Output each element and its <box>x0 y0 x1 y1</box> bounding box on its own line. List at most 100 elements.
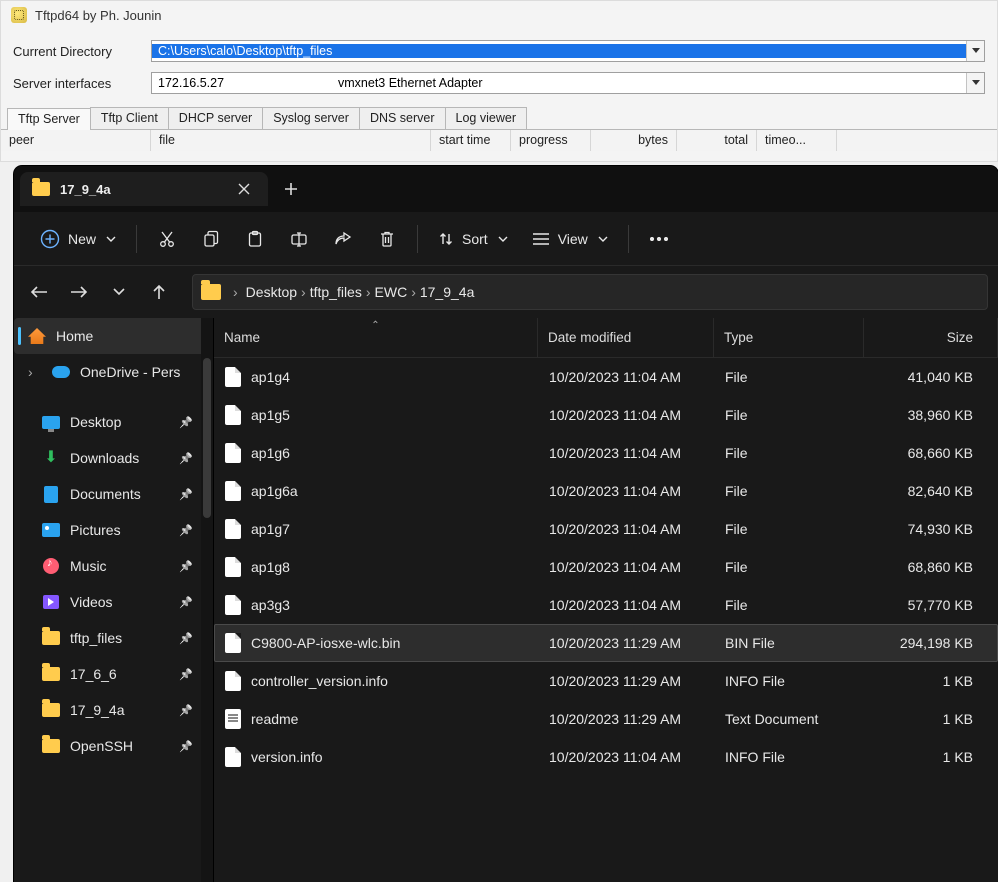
chevron-right-icon[interactable]: › <box>407 284 420 300</box>
file-size: 68,860 KB <box>865 559 997 575</box>
pin-icon[interactable]: 📌 <box>179 740 193 753</box>
sidebar-item[interactable]: 17_9_4a📌 <box>14 692 213 728</box>
file-name: ap1g5 <box>251 407 290 423</box>
tftpd-titlebar[interactable]: Tftpd64 by Ph. Jounin <box>1 1 997 29</box>
folder-icon <box>201 284 221 300</box>
nav-forward-button[interactable] <box>64 277 94 307</box>
breadcrumb-segment[interactable]: 17_9_4a <box>420 284 475 300</box>
file-row[interactable]: ap3g310/20/2023 11:04 AMFile57,770 KB <box>214 586 998 624</box>
pictures-icon <box>42 521 60 539</box>
view-button[interactable]: View <box>522 221 618 257</box>
delete-button[interactable] <box>367 221 407 257</box>
pin-icon[interactable]: 📌 <box>179 632 193 645</box>
sidebar-item-onedrive[interactable]: › OneDrive - Pers <box>14 354 213 390</box>
tftpd-tab[interactable]: Tftp Server <box>7 108 91 130</box>
sort-button[interactable]: Sort <box>428 221 518 257</box>
tftpd-column-header[interactable]: bytes <box>591 130 677 151</box>
tftpd-tab[interactable]: Syslog server <box>262 107 360 129</box>
chevron-right-icon[interactable]: › <box>229 284 242 300</box>
breadcrumb-segment[interactable]: Desktop <box>246 284 297 300</box>
sidebar-item[interactable]: Documents📌 <box>14 476 213 512</box>
file-name: ap3g3 <box>251 597 290 613</box>
column-header-type[interactable]: Type <box>714 318 864 357</box>
rename-button[interactable] <box>279 221 319 257</box>
tftpd-tab[interactable]: Tftp Client <box>90 107 169 129</box>
tftpd-column-header[interactable]: peer <box>1 130 151 151</box>
pin-icon[interactable]: 📌 <box>179 488 193 501</box>
sidebar-item[interactable]: Desktop 📌 <box>14 404 213 440</box>
tftpd-tab[interactable]: Log viewer <box>445 107 527 129</box>
file-row[interactable]: controller_version.info10/20/2023 11:29 … <box>214 662 998 700</box>
file-date: 10/20/2023 11:04 AM <box>539 749 715 765</box>
tftpd-tab[interactable]: DHCP server <box>168 107 263 129</box>
file-row[interactable]: version.info10/20/2023 11:04 AMINFO File… <box>214 738 998 776</box>
sidebar-item[interactable]: tftp_files📌 <box>14 620 213 656</box>
server-interfaces-value[interactable]: 172.16.5.27 vmxnet3 Ethernet Adapter <box>152 76 966 90</box>
column-header-date[interactable]: Date modified <box>538 318 714 357</box>
explorer-tab[interactable]: 17_9_4a <box>20 172 268 206</box>
current-directory-dropdown-button[interactable] <box>966 41 984 61</box>
tftpd-column-header[interactable]: total <box>677 130 757 151</box>
tftpd-column-header[interactable]: progress <box>511 130 591 151</box>
file-row[interactable]: ap1g410/20/2023 11:04 AMFile41,040 KB <box>214 358 998 396</box>
file-row[interactable]: readme10/20/2023 11:29 AMText Document1 … <box>214 700 998 738</box>
current-directory-combobox[interactable]: C:\Users\calo\Desktop\tftp_files <box>151 40 985 62</box>
chevron-right-icon[interactable]: › <box>28 364 42 380</box>
file-size: 74,930 KB <box>865 521 997 537</box>
tftpd-column-header[interactable]: file <box>151 130 431 151</box>
file-size: 1 KB <box>865 749 997 765</box>
paste-button[interactable] <box>235 221 275 257</box>
file-row[interactable]: C9800-AP-iosxe-wlc.bin10/20/2023 11:29 A… <box>214 624 998 662</box>
tftpd-column-header[interactable]: start time <box>431 130 511 151</box>
nav-up-button[interactable] <box>144 277 174 307</box>
chevron-down-icon <box>598 236 608 242</box>
pin-icon[interactable]: 📌 <box>179 452 193 465</box>
tftpd-column-header[interactable]: timeo... <box>757 130 837 151</box>
sidebar-item-home[interactable]: Home <box>14 318 213 354</box>
pin-icon[interactable]: 📌 <box>179 704 193 717</box>
current-directory-value[interactable]: C:\Users\calo\Desktop\tftp_files <box>152 44 966 58</box>
cut-button[interactable] <box>147 221 187 257</box>
sidebar-item-label: Desktop <box>70 414 121 430</box>
server-interfaces-combobox[interactable]: 172.16.5.27 vmxnet3 Ethernet Adapter <box>151 72 985 94</box>
sidebar-item[interactable]: Videos📌 <box>14 584 213 620</box>
tftpd-tab[interactable]: DNS server <box>359 107 446 129</box>
pin-icon[interactable]: 📌 <box>179 596 193 609</box>
pin-icon[interactable]: 📌 <box>179 524 193 537</box>
nav-recent-button[interactable] <box>104 277 134 307</box>
pin-icon[interactable]: 📌 <box>179 668 193 681</box>
breadcrumb-segment[interactable]: EWC <box>375 284 408 300</box>
new-button[interactable]: New <box>30 221 126 257</box>
copy-button[interactable] <box>191 221 231 257</box>
sidebar-item[interactable]: ⬇Downloads📌 <box>14 440 213 476</box>
file-row[interactable]: ap1g510/20/2023 11:04 AMFile38,960 KB <box>214 396 998 434</box>
scrollbar-thumb[interactable] <box>203 358 211 518</box>
column-header-size[interactable]: Size <box>864 318 998 357</box>
sidebar-item[interactable]: Pictures📌 <box>14 512 213 548</box>
pin-icon[interactable]: 📌 <box>179 560 193 573</box>
sidebar-item[interactable]: Music📌 <box>14 548 213 584</box>
sidebar-scrollbar[interactable] <box>201 318 213 882</box>
sidebar-item[interactable]: OpenSSH📌 <box>14 728 213 764</box>
server-interface-adapter: vmxnet3 Ethernet Adapter <box>338 76 483 90</box>
file-row[interactable]: ap1g6a10/20/2023 11:04 AMFile82,640 KB <box>214 472 998 510</box>
pin-icon[interactable]: 📌 <box>179 416 193 429</box>
file-row[interactable]: ap1g810/20/2023 11:04 AMFile68,860 KB <box>214 548 998 586</box>
file-row[interactable]: ap1g710/20/2023 11:04 AMFile74,930 KB <box>214 510 998 548</box>
server-interfaces-dropdown-button[interactable] <box>966 73 984 93</box>
downloads-icon: ⬇ <box>42 449 60 467</box>
chevron-right-icon[interactable]: › <box>297 284 310 300</box>
nav-back-button[interactable] <box>24 277 54 307</box>
share-button[interactable] <box>323 221 363 257</box>
new-tab-button[interactable] <box>274 172 308 206</box>
file-row[interactable]: ap1g610/20/2023 11:04 AMFile68,660 KB <box>214 434 998 472</box>
sidebar-item[interactable]: 17_6_6📌 <box>14 656 213 692</box>
chevron-right-icon[interactable]: › <box>362 284 375 300</box>
more-button[interactable] <box>639 221 679 257</box>
breadcrumb[interactable]: › Desktop›tftp_files›EWC›17_9_4a <box>192 274 988 310</box>
column-header-name[interactable]: Name ⌃ <box>214 318 538 357</box>
file-name: version.info <box>251 749 323 765</box>
breadcrumb-segment[interactable]: tftp_files <box>310 284 362 300</box>
tab-close-button[interactable] <box>230 175 258 203</box>
close-icon <box>238 183 250 195</box>
